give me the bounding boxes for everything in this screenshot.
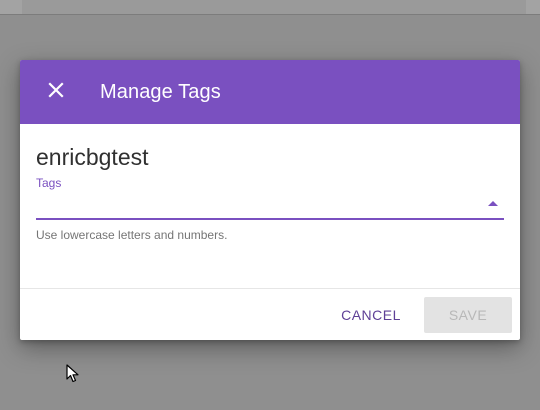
arrow-drop-up-icon[interactable] xyxy=(488,201,498,206)
actions-divider xyxy=(20,288,520,289)
tags-input[interactable] xyxy=(36,192,476,216)
background-toolbar-right xyxy=(526,0,540,14)
dialog-title: Manage Tags xyxy=(100,81,221,103)
manage-tags-dialog: Manage Tags enricbgtest Tags Use lowerca… xyxy=(20,60,520,340)
background-toolbar-left xyxy=(0,0,22,14)
background-toolbar xyxy=(0,0,540,15)
cancel-button[interactable]: CANCEL xyxy=(334,297,408,333)
tags-hint: Use lowercase letters and numbers. xyxy=(36,228,228,242)
mouse-pointer-icon xyxy=(66,364,80,384)
tags-label: Tags xyxy=(36,176,62,190)
item-name: enricbgtest xyxy=(36,144,149,170)
dialog-header: Manage Tags xyxy=(20,60,520,124)
close-icon xyxy=(48,81,64,103)
tags-field[interactable] xyxy=(36,192,504,220)
close-button[interactable] xyxy=(40,76,72,108)
save-button[interactable]: SAVE xyxy=(424,297,512,333)
